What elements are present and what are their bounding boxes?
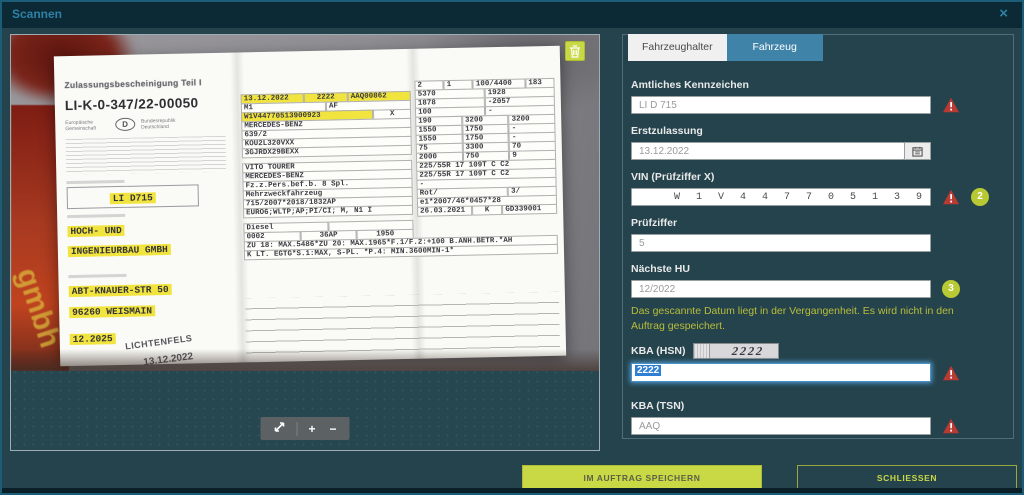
photo-bottom-shadow [11,349,599,371]
close-button[interactable]: SCHLIESSEN [797,465,1017,490]
naechste-hu-input[interactable] [631,280,931,298]
document-header: Zulassungsbescheinigung Teil I [64,77,236,91]
calendar-icon [912,146,923,157]
zoombar-divider [296,422,297,436]
close-icon[interactable]: × [999,5,1008,22]
doc-cell: 26.03.2021 [417,206,472,217]
kba-hsn-input[interactable]: 2222 [631,363,931,382]
form-fields: Amtliches Kennzeichen Erstzulassung [631,79,1005,446]
plate-box: LI D715 [67,184,199,209]
warning-icon [942,418,960,434]
hu-warning-text: Das gescannte Datum liegt in der Vergang… [631,304,961,333]
city-value: 96260 WEISMAIN [69,305,155,318]
trash-icon [569,45,581,58]
owner-line2: INGENIEURBAU GMBH [68,244,171,257]
pruefziffer-input[interactable] [631,234,931,252]
scanned-document: Zulassungsbescheinigung Teil I LI-K-0-34… [54,46,566,367]
scan-photo[interactable]: gmbh Zulassungsbescheinigung Teil I LI-K… [11,35,599,371]
save-button[interactable]: IM AUFTRAG SPEICHERN [522,465,762,490]
vehicle-form-panel: Fahrzeughalter Fahrzeug Amtliches Kennze… [622,34,1014,439]
vin-label: VIN (Prüfziffer X) [631,171,1005,183]
field-erstzulassung: Erstzulassung [631,125,1005,160]
fit-screen-button[interactable] [270,421,288,436]
warning-icon [942,365,960,381]
title-bar: Scannen × [2,2,1022,28]
eu-row: Europäische Gemeinschaft D Bundesrepubli… [65,116,237,133]
tab-fahrzeughalter[interactable]: Fahrzeughalter [628,34,727,61]
hsn-snippet-cellbox [694,344,710,358]
hsn-snippet-image: 2222 [693,343,779,359]
field-caption-mark [67,214,125,218]
kennzeichen-label: Amtliches Kennzeichen [631,79,1005,91]
tab-bar: Fahrzeughalter Fahrzeug [628,34,823,61]
pruefziffer-label: Prüfziffer [631,217,1005,229]
kba-hsn-label: KBA (HSN) [631,345,685,357]
warning-icon [942,97,960,113]
field-kba-tsn: KBA (TSN) [631,400,1005,435]
field-vin: VIN (Prüfziffer X) 2 [631,171,1005,206]
erstzulassung-label: Erstzulassung [631,125,1005,137]
doc-cell: GD339001 [502,204,557,215]
vin-input[interactable] [631,188,931,206]
page-title: Scannen [12,7,62,21]
document-left-section: Zulassungsbescheinigung Teil I LI-K-0-34… [64,55,242,365]
zoom-out-button[interactable]: − [327,422,340,436]
hsn-selected-text: 2222 [635,365,661,376]
diagonal-resize-icon [273,421,285,433]
scan-dialog: Scannen × gmbh Zulassungsbescheinigung T… [0,0,1024,495]
street-value: ABT-KNAUER-STR 50 [69,284,172,297]
calendar-button[interactable] [904,142,931,160]
scan-viewer[interactable]: gmbh Zulassungsbescheinigung Teil I LI-K… [10,34,600,451]
field-caption-mark [68,274,126,278]
doc-row: 26.03.2021KGD339001 [417,204,557,217]
tab-fahrzeug[interactable]: Fahrzeug [727,34,823,61]
fine-print-block [66,136,227,175]
hsn-snippet-value: 2222 [710,344,779,358]
owner-line1: HOCH- UND [67,225,125,237]
kba-tsn-input[interactable] [631,417,931,435]
document-right-column: 21100/4400183537019281878-2057100-190320… [414,78,557,217]
warning-icon [942,189,960,205]
step-badge-3: 3 [942,280,960,298]
step-badge-2: 2 [971,188,989,206]
eu-right-label: Bundesrepublik Deutschland [141,117,185,130]
field-caption-mark [66,180,124,184]
delete-scan-button[interactable] [565,41,585,61]
document-number: LI-K-0-347/22-00050 [65,95,237,114]
document-mid-column: 13.12.20222222AAQ00862M1AFW1V44770513900… [241,91,414,261]
erstzulassung-input[interactable] [631,142,904,160]
field-pruefziffer: Prüfziffer [631,217,1005,252]
field-kennzeichen: Amtliches Kennzeichen [631,79,1005,114]
naechste-hu-label: Nächste HU [631,263,1005,275]
field-naechste-hu: Nächste HU 3 Das gescannte Datum liegt i… [631,263,1005,333]
kennzeichen-input[interactable] [631,96,931,114]
country-oval: D [115,118,135,131]
zoom-controls: + − [260,417,349,440]
plate-value: LI D715 [110,192,156,204]
eu-left-label: Europäische Gemeinschaft [65,119,109,132]
kba-tsn-label: KBA (TSN) [631,400,1005,412]
doc-cell: K [472,205,503,216]
field-kba-hsn: KBA (HSN) 2222 2222 [631,343,1005,382]
hu-date-value: 12.2025 [70,333,116,345]
zoom-in-button[interactable]: + [305,422,318,436]
